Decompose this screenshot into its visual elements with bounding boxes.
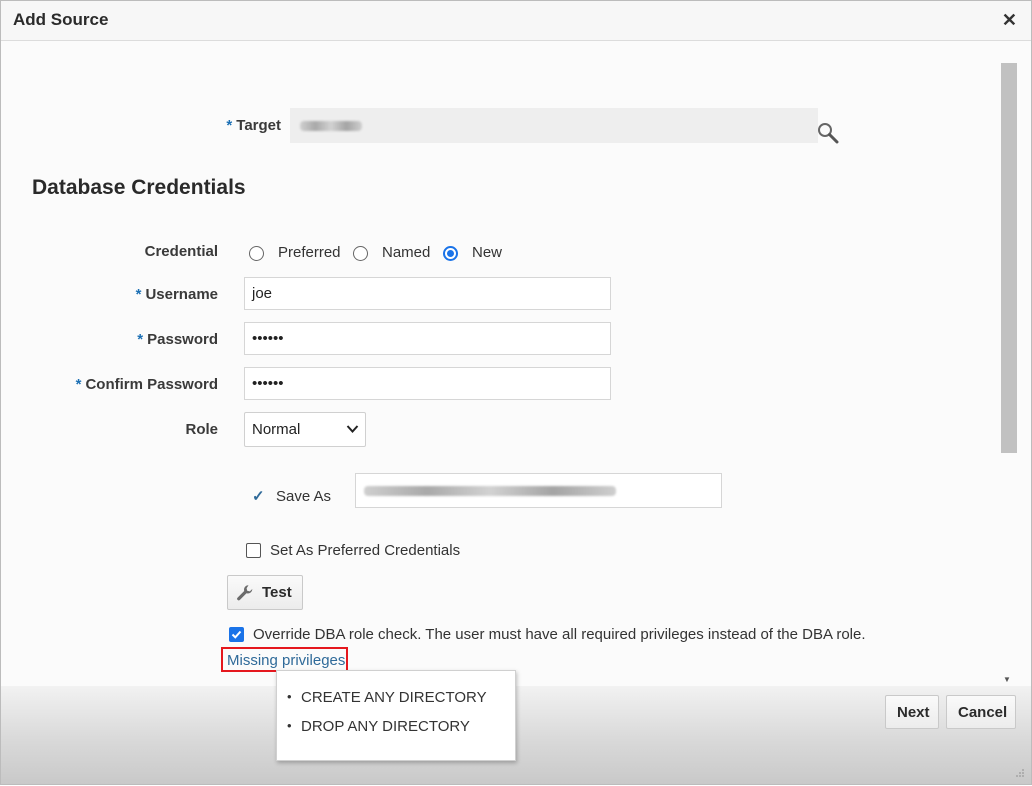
next-button-label: Next xyxy=(897,704,930,721)
credential-label: Credential xyxy=(144,243,218,260)
save-as-field[interactable] xyxy=(355,473,722,508)
next-button[interactable]: Next xyxy=(885,695,939,729)
radio-new[interactable] xyxy=(443,246,458,261)
cancel-button-label: Cancel xyxy=(958,704,1008,721)
confirm-password-label-text: Confirm Password xyxy=(85,376,218,393)
test-button-label: Test xyxy=(262,584,292,601)
dialog-footer xyxy=(1,686,1031,784)
chevron-down-icon xyxy=(346,425,359,433)
required-mark: * xyxy=(135,286,142,303)
username-label: * Username xyxy=(101,286,218,303)
close-icon[interactable]: ✕ xyxy=(1002,10,1017,31)
radio-named[interactable] xyxy=(353,246,368,261)
password-label: * Password xyxy=(101,331,218,348)
override-dba-checkbox[interactable] xyxy=(229,627,244,642)
role-select[interactable]: Normal xyxy=(244,412,366,447)
obscured-save-as-value xyxy=(364,486,616,496)
password-label-text: Password xyxy=(147,331,218,348)
dialog-title: Add Source xyxy=(13,10,109,29)
radio-preferred[interactable] xyxy=(249,246,264,261)
target-field[interactable] xyxy=(290,108,818,143)
required-mark: * xyxy=(75,376,82,393)
role-label: Role xyxy=(185,421,218,438)
wrench-icon xyxy=(237,585,253,601)
role-select-value: Normal xyxy=(252,421,301,438)
privilege-item: DROP ANY DIRECTORY xyxy=(287,718,470,735)
add-source-dialog: Add Source ✕ * Target Database Credential… xyxy=(0,0,1032,785)
radio-named-label: Named xyxy=(382,244,431,261)
confirm-password-field[interactable]: •••••• xyxy=(244,367,611,400)
scrollbar-thumb[interactable] xyxy=(1001,63,1017,453)
resize-grip-icon[interactable] xyxy=(1015,768,1025,778)
checkmark-icon xyxy=(231,630,242,639)
privilege-item: CREATE ANY DIRECTORY xyxy=(287,689,487,706)
search-icon[interactable] xyxy=(817,122,839,144)
password-field[interactable]: •••••• xyxy=(244,322,611,355)
target-label: * Target xyxy=(201,117,281,134)
test-button[interactable]: Test xyxy=(227,575,303,610)
set-preferred-checkbox[interactable] xyxy=(246,543,261,558)
confirm-password-label: * Confirm Password xyxy=(41,376,218,393)
cancel-button[interactable]: Cancel xyxy=(946,695,1016,729)
section-title: Database Credentials xyxy=(32,176,246,199)
radio-preferred-label: Preferred xyxy=(278,244,341,261)
username-field[interactable]: joe xyxy=(244,277,611,310)
obscured-target-value xyxy=(300,121,362,131)
highlight-box xyxy=(221,647,348,672)
username-label-text: Username xyxy=(145,286,218,303)
required-mark: * xyxy=(226,117,233,134)
required-mark: * xyxy=(137,331,144,348)
dialog-titlebar: Add Source ✕ xyxy=(1,1,1031,41)
override-dba-label: Override DBA role check. The user must h… xyxy=(253,626,866,643)
target-label-text: Target xyxy=(236,117,281,134)
checkmark-icon: ✓ xyxy=(252,488,265,505)
scroll-down-arrow-icon[interactable]: ▼ xyxy=(1003,675,1011,684)
set-preferred-label: Set As Preferred Credentials xyxy=(270,542,461,559)
radio-new-label: New xyxy=(472,244,503,261)
missing-privileges-popup: CREATE ANY DIRECTORY DROP ANY DIRECTORY xyxy=(276,670,516,761)
save-as-label: Save As xyxy=(276,488,332,505)
